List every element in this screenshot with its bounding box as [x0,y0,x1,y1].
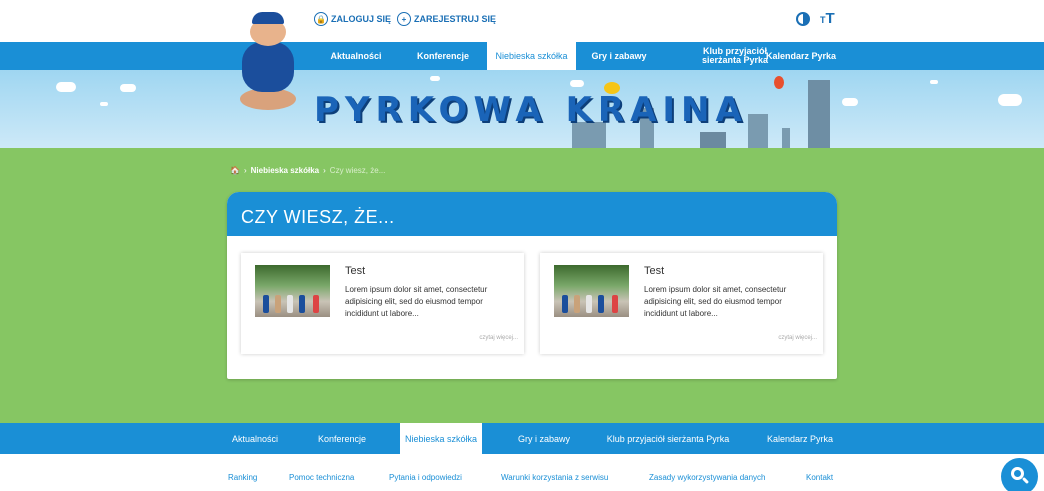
cloud-icon [120,84,136,92]
page: 🔒 ZALOGUJ SIĘ + ZAREJESTRUJ SIĘ TT Aktua… [0,0,1044,491]
article-title[interactable]: Test [644,265,664,277]
footer-link-pytania[interactable]: Pytania i odpowiedzi [389,473,462,482]
footer-link-pomoc[interactable]: Pomoc techniczna [289,473,354,482]
font-size-icon[interactable]: TT [820,11,835,26]
register-link[interactable]: + ZAREJESTRUJ SIĘ [397,12,496,26]
church-icon [748,114,768,148]
search-button[interactable] [1001,458,1038,491]
site-title: PYRKOWA KRAINA [314,90,748,130]
nav-item-gry-i-zabawy[interactable]: Gry i zabawy [586,42,652,70]
cloud-icon [56,82,76,92]
article-title[interactable]: Test [345,265,365,277]
mascot-logo[interactable] [232,12,304,112]
main-nav: Aktualności Konferencje Niebieska szkółk… [0,42,1044,70]
mascot-body [242,42,294,92]
login-label: ZALOGUJ SIĘ [331,14,392,24]
article-thumbnail[interactable] [255,265,330,317]
register-label: ZAREJESTRUJ SIĘ [414,14,497,24]
footer-nav-kalendarz[interactable]: Kalendarz Pyrka [760,423,840,454]
article-excerpt: Lorem ipsum dolor sit amet, consectetur … [345,285,488,318]
breadcrumb-current: Czy wiesz, że... [329,166,386,175]
footer-link-kontakt[interactable]: Kontakt [806,473,833,482]
footer-links: Ranking Pomoc techniczna Pytania i odpow… [0,454,1044,491]
cloud-icon [430,76,440,81]
cloud-icon [930,80,938,84]
accessibility-tools: TT [796,11,835,26]
nav-item-kalendarz[interactable]: Kalendarz Pyrka [756,42,846,70]
contrast-icon[interactable] [796,11,810,26]
footer-nav-aktualnosci[interactable]: Aktualności [222,423,288,454]
nav-item-konferencje[interactable]: Konferencje [404,42,482,70]
nav-item-niebieska-szkolka[interactable]: Niebieska szkółka [487,42,576,70]
article-thumbnail[interactable] [554,265,629,317]
mascot-hat [252,12,284,24]
footer-nav-klub-przyjaciol[interactable]: Klub przyjaciół sierżanta Pyrka [600,423,736,454]
breadcrumb: 🏠 › Niebieska szkółka › Czy wiesz, że... [230,166,385,175]
nav-item-aktualnosci[interactable]: Aktualności [320,42,392,70]
balloon-icon [774,76,784,89]
read-more-link[interactable]: czytaj więcej... [479,335,518,341]
footer-nav-konferencje[interactable]: Konferencje [306,423,378,454]
cloud-icon [842,98,858,106]
cloud-icon [100,102,108,106]
skyscraper-icon [808,80,830,148]
home-icon[interactable]: 🏠 [230,166,240,175]
footer-link-ranking[interactable]: Ranking [228,473,257,482]
footer-link-warunki[interactable]: Warunki korzystania z serwisu [501,473,608,482]
article-excerpt: Lorem ipsum dolor sit amet, consectetur … [644,285,787,318]
chevron-right-icon: › [243,166,247,175]
cloud-icon [570,80,584,87]
article-card[interactable]: Test Lorem ipsum dolor sit amet, consect… [540,253,823,354]
cloud-icon [998,94,1022,106]
top-bar: 🔒 ZALOGUJ SIĘ + ZAREJESTRUJ SIĘ TT [0,0,1044,42]
user-add-icon: + [397,12,411,26]
article-card[interactable]: Test Lorem ipsum dolor sit amet, consect… [241,253,524,354]
goats-icon [700,132,726,148]
login-link[interactable]: 🔒 ZALOGUJ SIĘ [314,12,391,26]
footer-link-zasady[interactable]: Zasady wykorzystywania danych [649,473,766,482]
footer-nav-gry-i-zabawy[interactable]: Gry i zabawy [506,423,582,454]
breadcrumb-section[interactable]: Niebieska szkółka [251,166,319,175]
section-card: CZY WIESZ, ŻE... Test Lorem ipsum dolor … [227,192,837,379]
footer-nav-niebieska-szkolka[interactable]: Niebieska szkółka [400,423,482,454]
read-more-link[interactable]: czytaj więcej... [778,335,817,341]
building-icon [782,128,790,148]
banner: PYRKOWA KRAINA [0,70,1044,148]
lock-icon: 🔒 [314,12,328,26]
bottom-nav: Aktualności Konferencje Niebieska szkółk… [0,423,1044,454]
search-icon-handle [1021,476,1030,485]
chevron-right-icon: › [323,166,326,175]
section-title: CZY WIESZ, ŻE... [227,192,837,236]
